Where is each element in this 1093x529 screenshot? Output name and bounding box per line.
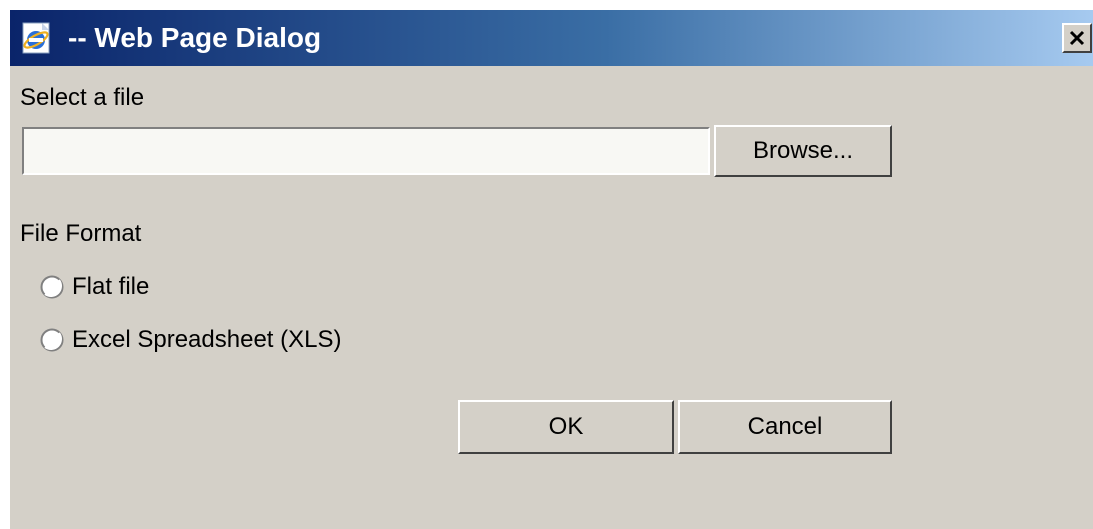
browse-button[interactable]: Browse...: [714, 125, 892, 177]
file-path-input[interactable]: [22, 127, 710, 175]
flat-file-label[interactable]: Flat file: [72, 273, 149, 301]
close-button[interactable]: [1062, 23, 1092, 53]
close-icon: [1069, 30, 1085, 46]
dialog-title: -- Web Page Dialog: [68, 22, 322, 53]
web-page-dialog: -- Web Page Dialog Select a file Browse.…: [8, 8, 1093, 529]
title-bar[interactable]: -- Web Page Dialog: [10, 10, 1093, 66]
excel-spreadsheet-label[interactable]: Excel Spreadsheet (XLS): [72, 326, 341, 354]
select-file-label: Select a file: [20, 84, 145, 111]
ie-icon: [22, 22, 50, 54]
file-format-label: File Format: [20, 220, 142, 247]
ok-button[interactable]: OK: [458, 400, 674, 454]
cancel-button[interactable]: Cancel: [678, 400, 892, 454]
radio-excel-spreadsheet[interactable]: [40, 328, 64, 352]
radio-flat-file[interactable]: [40, 275, 64, 299]
